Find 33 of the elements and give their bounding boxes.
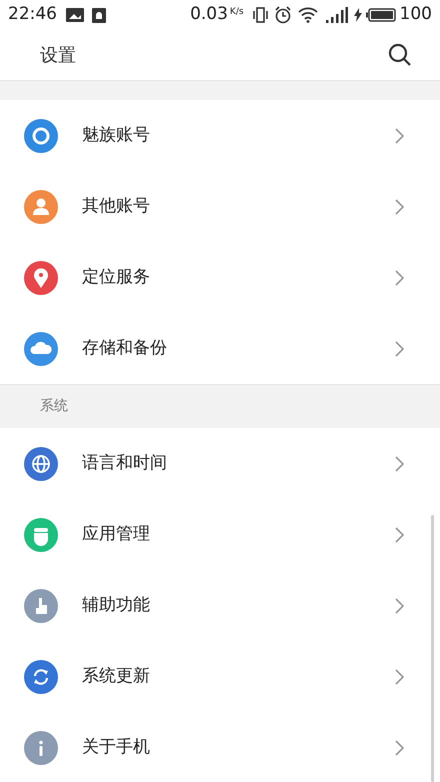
- charging-icon: [354, 8, 362, 22]
- item-label: 语言和时间: [82, 452, 168, 475]
- battery-icon: [366, 8, 396, 22]
- chevron-icon: [395, 340, 404, 356]
- item-label: 辅助功能: [82, 594, 151, 617]
- item-label: 存储和备份: [82, 336, 168, 360]
- item-label: 系统更新: [82, 664, 151, 688]
- vibrate-icon: [252, 7, 268, 23]
- speed-unit: K/s: [230, 6, 244, 19]
- section-title: 系统: [40, 397, 68, 416]
- search-icon[interactable]: [388, 43, 412, 67]
- battery-level: 100: [400, 3, 432, 26]
- network-speed: 0.03: [190, 3, 228, 26]
- alarm-icon: [274, 6, 292, 24]
- signal-icon: [326, 7, 348, 23]
- wifi-icon: [298, 7, 318, 23]
- clock-time: 22:46: [8, 3, 57, 26]
- item-label: 应用管理: [82, 522, 151, 546]
- chevron-icon: [395, 740, 404, 756]
- chevron-icon: [395, 598, 404, 614]
- notification-icon: [92, 8, 106, 22]
- chevron-icon: [395, 668, 404, 684]
- chevron-icon: [395, 270, 404, 286]
- item-label: 定位服务: [82, 266, 151, 289]
- chevron-icon: [395, 198, 404, 214]
- chevron-icon: [395, 456, 404, 472]
- item-label: 关于手机: [82, 736, 151, 759]
- item-label: 魅族账号: [82, 124, 151, 147]
- chevron-icon: [395, 128, 404, 144]
- image-icon: [66, 8, 84, 22]
- item-label: 其他账号: [82, 194, 151, 218]
- chevron-icon: [395, 526, 404, 542]
- page-title: 设置: [40, 44, 76, 68]
